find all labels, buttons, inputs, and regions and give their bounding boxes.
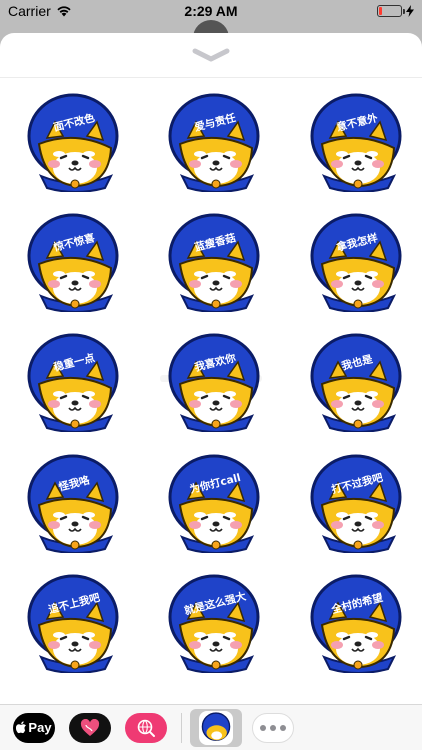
shiba-helmet-sticker: 蓝瘦香菇	[168, 213, 260, 312]
shiba-helmet-sticker: 追不上我吧	[27, 574, 119, 673]
sticker-item[interactable]: 稳重一点	[25, 332, 125, 432]
shiba-helmet-sticker: 打不过我吧	[310, 454, 402, 553]
wifi-icon	[57, 6, 71, 17]
tray-divider	[181, 712, 182, 743]
digital-touch-button[interactable]	[69, 712, 111, 743]
sticker-item[interactable]: 追不上我吧	[25, 573, 125, 673]
sticker-item[interactable]: 惊不惊喜	[25, 212, 125, 312]
charging-bolt-icon	[406, 5, 414, 17]
sheet-header	[0, 33, 422, 78]
sticker-item[interactable]: 我喜欢你	[166, 332, 266, 432]
shiba-helmet-sticker: 稳重一点	[27, 333, 119, 432]
shiba-helmet-sticker: 意不意外	[310, 93, 402, 192]
sticker-item[interactable]: 打不过我吧	[308, 453, 408, 553]
apple-pay-label: Pay	[28, 720, 52, 735]
shiba-helmet-sticker: 面不改色	[27, 93, 119, 192]
sticker-item[interactable]: 意不意外	[308, 92, 408, 192]
apple-pay-button[interactable]: Pay	[13, 712, 55, 743]
sticker-item[interactable]: 拿我怎样	[308, 212, 408, 312]
sticker-item[interactable]: 怪我咯	[25, 453, 125, 553]
sticker-item[interactable]: 爱与责任	[166, 92, 266, 192]
sticker-app-button[interactable]	[190, 708, 242, 747]
shiba-helmet-sticker: 我喜欢你	[168, 333, 260, 432]
sticker-sheet: 面不改色 爱与责任 意不意外惊不惊喜 蓝瘦香菇 拿我怎样稳重一点 我喜欢你 我也是怪我咯 为你…	[0, 33, 422, 750]
chevron-down-icon[interactable]	[191, 47, 231, 63]
shiba-helmet-sticker: 怪我咯	[27, 454, 119, 553]
apple-icon	[16, 721, 27, 734]
shiba-helmet-sticker: 拿我怎样	[310, 213, 402, 312]
battery-icon	[377, 5, 405, 17]
shiba-sticker-app-icon	[199, 710, 233, 745]
image-search-button[interactable]	[125, 712, 167, 743]
carrier-label: Carrier	[8, 3, 51, 19]
sticker-item[interactable]: 就是这么强大	[166, 573, 266, 673]
more-apps-button[interactable]	[252, 712, 294, 743]
shiba-helmet-sticker: 惊不惊喜	[27, 213, 119, 312]
shiba-helmet-sticker: 全村的希望	[310, 574, 402, 673]
shiba-helmet-sticker: 为你打call	[168, 454, 260, 553]
sticker-item[interactable]: 为你打call	[166, 453, 266, 553]
sticker-item[interactable]: 我也是	[308, 332, 408, 432]
shiba-helmet-sticker: 爱与责任	[168, 93, 260, 192]
app-drawer: Pay	[0, 704, 422, 750]
heart-icon	[80, 718, 100, 736]
sticker-item[interactable]: 全村的希望	[308, 573, 408, 673]
sticker-item[interactable]: 面不改色	[25, 92, 125, 192]
globe-search-icon	[137, 719, 155, 737]
more-icon	[260, 724, 286, 731]
shiba-helmet-sticker: 就是这么强大	[168, 574, 260, 673]
shiba-helmet-sticker: 我也是	[310, 333, 402, 432]
status-bar: Carrier 2:29 AM	[0, 0, 422, 22]
sticker-grid: 面不改色 爱与责任 意不意外惊不惊喜 蓝瘦香菇 拿我怎样稳重一点 我喜欢你 我也是怪我咯 为你…	[0, 79, 422, 699]
sticker-item[interactable]: 蓝瘦香菇	[166, 212, 266, 312]
